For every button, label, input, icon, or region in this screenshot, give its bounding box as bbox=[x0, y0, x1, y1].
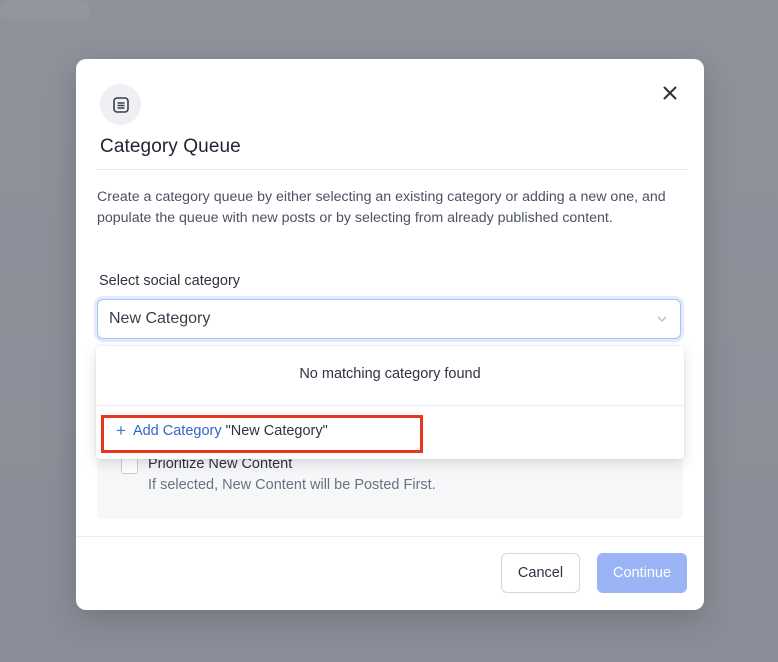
add-category-option[interactable]: + Add Category "New Category" bbox=[116, 422, 328, 439]
plus-icon: + bbox=[116, 421, 126, 440]
header-divider bbox=[96, 169, 688, 170]
continue-button[interactable]: Continue bbox=[597, 553, 687, 593]
footer-divider bbox=[76, 536, 704, 537]
queue-list-icon bbox=[112, 96, 129, 113]
no-match-message: No matching category found bbox=[299, 366, 481, 382]
prioritize-checkbox[interactable] bbox=[121, 457, 138, 474]
close-icon bbox=[663, 86, 677, 100]
add-category-query-text: "New Category" bbox=[225, 422, 328, 439]
category-dropdown-menu: No matching category found + Add Categor… bbox=[96, 346, 684, 459]
dialog-title: Category Queue bbox=[100, 136, 241, 157]
dialog-description: Create a category queue by either select… bbox=[97, 189, 666, 226]
chevron-down-icon[interactable] bbox=[656, 313, 668, 325]
dropdown-divider bbox=[96, 405, 684, 406]
category-select-value: New Category bbox=[109, 310, 211, 327]
close-button[interactable] bbox=[658, 81, 682, 105]
background-panel bbox=[0, 0, 90, 20]
cancel-button[interactable]: Cancel bbox=[501, 553, 580, 593]
category-select-input[interactable]: New Category bbox=[97, 299, 681, 339]
prioritize-help-text: If selected, New Content will be Posted … bbox=[148, 477, 436, 493]
category-field-label: Select social category bbox=[99, 273, 241, 289]
header-icon-badge bbox=[100, 84, 141, 125]
add-category-link-text: Add Category bbox=[132, 422, 222, 439]
category-queue-dialog: Category Queue Create a category queue b… bbox=[76, 59, 704, 610]
